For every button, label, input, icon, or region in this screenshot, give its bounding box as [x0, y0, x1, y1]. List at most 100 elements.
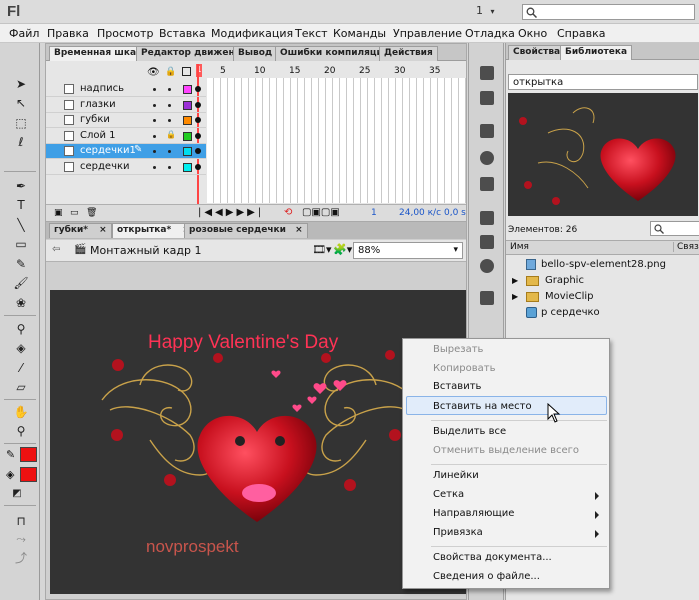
outline-icon[interactable] — [182, 67, 191, 76]
workspace-switcher[interactable]: 1 ▾ — [476, 4, 518, 20]
align-panel-icon[interactable] — [480, 124, 494, 138]
straighten-icon[interactable]: ⤴ — [13, 550, 29, 566]
tab-output[interactable]: Вывод — [233, 46, 278, 61]
lock-dot[interactable] — [168, 165, 171, 169]
menu-view[interactable]: Просмотр — [97, 27, 153, 40]
outline-color-swatch[interactable] — [183, 116, 192, 125]
eyedropper-tool-icon[interactable]: ⁄ — [13, 360, 29, 376]
keyframe[interactable] — [195, 163, 201, 170]
transform-panel-icon[interactable] — [480, 177, 494, 191]
layer-name[interactable]: глазки — [80, 99, 116, 110]
layer-name[interactable]: сердечки — [80, 161, 130, 172]
info-panel-icon[interactable] — [480, 151, 494, 165]
tab-doc-lips[interactable]: губки* × — [49, 223, 112, 238]
rectangle-tool-icon[interactable]: ▭ — [13, 236, 29, 252]
layer-name[interactable]: Слой 1 — [80, 130, 116, 141]
keyframe[interactable] — [195, 86, 201, 92]
pencil-tool-icon[interactable]: ✎ — [13, 256, 29, 272]
lock-icon[interactable]: 🔒 — [165, 67, 176, 77]
col-linkage[interactable]: Связь — [673, 242, 699, 252]
tab-compiler-errors[interactable]: Ошибки компиляции — [275, 46, 395, 61]
menu-item-deselect-all[interactable]: Отменить выделение всего — [433, 445, 579, 456]
center-frame-icon[interactable]: ⟲ — [284, 207, 292, 218]
menu-window[interactable]: Окно — [518, 27, 547, 40]
stroke-color-swatch[interactable] — [20, 447, 37, 462]
layer-row[interactable]: надпись — [46, 82, 206, 97]
visibility-dot[interactable] — [153, 150, 156, 153]
lock-dot[interactable] — [168, 88, 171, 91]
zoom-tool-icon[interactable]: ⚲ — [13, 423, 29, 439]
visibility-dot[interactable] — [153, 165, 156, 169]
delete-layer-icon[interactable]: 🗑 — [86, 208, 97, 218]
color-panel-icon[interactable] — [480, 66, 494, 80]
library-item[interactable]: ▶ Graphic — [508, 274, 698, 290]
menu-text[interactable]: Текст — [295, 27, 328, 40]
visibility-dot[interactable] — [153, 103, 156, 107]
lock-icon[interactable]: 🔒 — [166, 130, 176, 139]
keyframe[interactable] — [195, 132, 201, 139]
onion-skin-icon[interactable]: ▢▣▢▣ — [302, 207, 340, 218]
subselection-tool-icon[interactable]: ↖ — [13, 95, 29, 111]
lock-dot[interactable] — [168, 119, 171, 122]
menu-control[interactable]: Управление — [393, 27, 462, 40]
free-transform-tool-icon[interactable]: ⬚ — [13, 115, 29, 131]
menu-insert[interactable]: Вставка — [159, 27, 206, 40]
library-doc-select[interactable]: открытка — [508, 74, 698, 90]
tab-properties[interactable]: Свойства — [508, 45, 566, 60]
keyframe[interactable] — [195, 148, 201, 154]
eraser-tool-icon[interactable]: ▱ — [13, 379, 29, 395]
keyframe[interactable] — [195, 117, 201, 123]
visibility-dot[interactable] — [153, 88, 156, 91]
hand-tool-icon[interactable]: ✋ — [13, 404, 29, 420]
layer-row[interactable]: Слой 1 🔒 — [46, 129, 206, 144]
visibility-dot[interactable] — [153, 134, 156, 138]
swap-colors-icon[interactable]: ◩ — [9, 486, 25, 502]
paint-bucket-icon[interactable]: ◈ — [13, 340, 29, 356]
layer-row[interactable]: губки — [46, 113, 206, 128]
selection-tool-icon[interactable]: ➤ — [13, 76, 29, 92]
layer-row[interactable]: сердечки1 ✎ — [46, 144, 206, 159]
text-tool-icon[interactable]: T — [13, 197, 29, 213]
layer-row[interactable]: глазки — [46, 98, 206, 113]
layer-row[interactable]: сердечки — [46, 160, 206, 175]
menu-item-paste-in-place[interactable]: Вставить на место — [433, 401, 532, 412]
deco-tool-icon[interactable]: ❀ — [13, 295, 29, 311]
close-icon[interactable]: × — [99, 225, 107, 235]
edit-symbols-icon[interactable]: 🧩▾ — [333, 243, 352, 256]
brush-tool-icon[interactable]: 🖌 — [13, 275, 29, 291]
outline-color-swatch[interactable] — [183, 100, 192, 110]
pen-tool-icon[interactable]: ✒ — [13, 178, 29, 194]
expand-icon[interactable]: ▶ — [512, 292, 518, 301]
lock-dot[interactable] — [168, 103, 171, 107]
help-search-input[interactable] — [522, 4, 695, 20]
menu-commands[interactable]: Команды — [333, 27, 386, 40]
menu-file[interactable]: Файл — [9, 27, 39, 40]
new-layer-icon[interactable]: ▣ — [54, 208, 63, 218]
menu-debug[interactable]: Отладка — [465, 27, 515, 40]
library-search-input[interactable] — [650, 221, 699, 236]
tab-actions[interactable]: Действия — [379, 46, 438, 61]
menu-item-grid[interactable]: Сетка — [433, 489, 464, 500]
code-snippets-icon[interactable] — [480, 211, 494, 225]
outline-color-swatch[interactable] — [183, 162, 192, 172]
zoom-select[interactable]: 88% ▾ — [353, 242, 463, 259]
playback-controls[interactable]: |◀◀▶▶▶| — [198, 207, 264, 218]
library-item[interactable]: р сердечко — [508, 306, 698, 322]
outline-color-swatch[interactable] — [183, 85, 192, 94]
menu-modify[interactable]: Модификация — [211, 27, 293, 40]
motion-presets-icon[interactable] — [480, 259, 494, 273]
frame-grid[interactable] — [207, 78, 466, 203]
lock-dot[interactable] — [168, 150, 171, 153]
menu-item-file-info[interactable]: Сведения о файле... — [433, 571, 540, 582]
new-folder-icon[interactable]: ▭ — [70, 208, 79, 218]
close-icon[interactable]: × — [295, 225, 303, 235]
smooth-icon[interactable]: ⤳ — [13, 531, 29, 547]
current-frame-readout[interactable]: 1 — [371, 208, 377, 218]
edit-scene-icon[interactable]: 🎞▾ — [312, 243, 332, 256]
eye-icon[interactable]: 👁 — [147, 67, 160, 78]
snap-to-objects-icon[interactable]: ⊓ — [13, 513, 29, 529]
menu-item-rulers[interactable]: Линейки — [433, 470, 479, 481]
breadcrumb-scene[interactable]: Монтажный кадр 1 — [90, 244, 201, 257]
menu-help[interactable]: Справка — [557, 27, 605, 40]
menu-edit[interactable]: Правка — [47, 27, 89, 40]
